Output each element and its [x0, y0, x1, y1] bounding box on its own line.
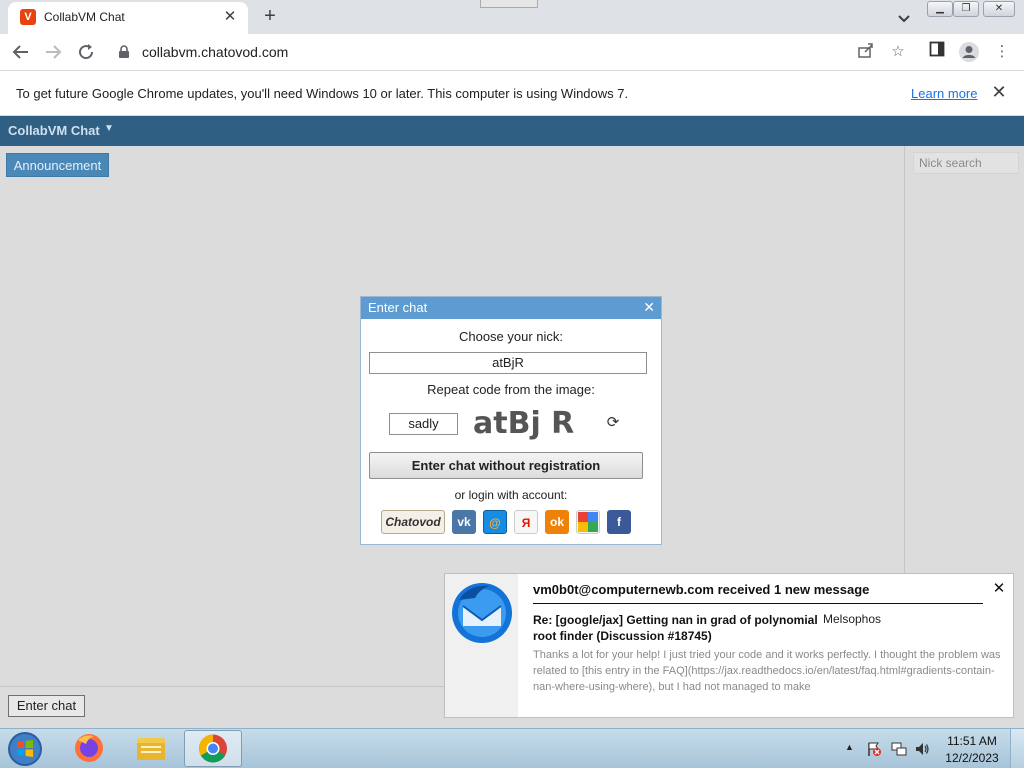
yandex-login-icon[interactable]: Я	[514, 510, 538, 534]
new-tab-button[interactable]: +	[258, 5, 282, 29]
new-mail-notification[interactable]: vm0b0t@computernewb.com received 1 new m…	[444, 573, 1014, 718]
browser-tab[interactable]: V CollabVM Chat ✕	[8, 2, 248, 34]
captcha-image: atBj R	[473, 406, 574, 441]
notification-body: vm0b0t@computernewb.com received 1 new m…	[518, 574, 1013, 717]
bookmark-star-icon[interactable]: ☆	[887, 41, 909, 63]
show-desktop-button[interactable]	[1010, 729, 1024, 768]
dialog-title: Enter chat	[368, 300, 428, 315]
enter-chat-button[interactable]: Enter chat	[8, 695, 85, 717]
firefox-taskbar-icon[interactable]	[60, 730, 118, 767]
captcha-input[interactable]: sadly	[389, 413, 458, 435]
captcha-text: atBj R	[473, 406, 574, 441]
volume-icon[interactable]	[914, 741, 930, 757]
notification-sender: Melsophos	[823, 612, 882, 626]
thunderbird-logo-icon	[452, 583, 512, 643]
notification-close-icon[interactable]: ✕	[990, 580, 1008, 598]
dialog-header: Enter chat ✕	[361, 297, 661, 319]
clock-time[interactable]: 11:51 AM	[942, 734, 1002, 748]
reload-icon[interactable]	[74, 40, 98, 64]
app-header: CollabVM Chat ▼	[0, 116, 1024, 146]
profile-avatar-icon[interactable]	[958, 41, 980, 63]
choose-nick-label: Choose your nick:	[458, 329, 564, 344]
tab-close-icon[interactable]: ✕	[220, 7, 240, 27]
chevron-down-icon[interactable]: ▼	[104, 123, 114, 134]
show-hidden-icons-icon[interactable]: ▲	[845, 742, 854, 752]
windows-taskbar: ▲ 11:51 AM 12/2/2023	[0, 728, 1024, 768]
window-close-button[interactable]: ✕	[983, 1, 1015, 17]
refresh-captcha-icon[interactable]: ⟳	[605, 415, 621, 431]
notification-preview: Thanks a lot for your help! I just tried…	[533, 649, 1001, 693]
back-arrow-icon[interactable]	[9, 40, 33, 64]
nick-search-input[interactable]: Nick search	[913, 152, 1019, 174]
vk-login-icon[interactable]: vk	[452, 510, 476, 534]
share-icon[interactable]	[855, 41, 877, 63]
collabvm-favicon-icon: V	[20, 9, 36, 25]
chrome-taskbar-icon[interactable]	[184, 730, 242, 767]
or-login-label: or login with account:	[454, 488, 568, 502]
tab-title: CollabVM Chat	[44, 10, 125, 24]
browser-toolbar: collabvm.chatovod.com ☆ ⋮	[0, 34, 1024, 71]
app-title[interactable]: CollabVM Chat	[8, 123, 100, 138]
infobar-message: To get future Google Chrome updates, you…	[16, 86, 629, 101]
network-icon[interactable]	[891, 741, 907, 757]
social-login-row: Chatovod vk @ Я ok f	[381, 510, 641, 536]
announcement-button[interactable]: Announcement	[6, 153, 109, 177]
enter-without-registration-button[interactable]: Enter chat without registration	[369, 452, 643, 479]
chatovod-login-icon[interactable]: Chatovod	[381, 510, 445, 534]
nick-input[interactable]: atBjR	[369, 352, 647, 374]
notification-title: vm0b0t@computernewb.com received 1 new m…	[533, 582, 870, 597]
learn-more-link[interactable]: Learn more	[911, 86, 977, 101]
windows-start-icon[interactable]	[6, 730, 44, 768]
google-login-icon[interactable]	[576, 510, 600, 534]
browser-tab-strip: V CollabVM Chat ✕ + ▁ ❐ ✕	[0, 0, 1024, 34]
tab-search-icon[interactable]	[894, 8, 914, 28]
enter-chat-dialog: Enter chat ✕ Choose your nick: atBjR Rep…	[360, 296, 662, 545]
notification-icon-area	[445, 574, 518, 717]
facebook-login-icon[interactable]: f	[607, 510, 631, 534]
notification-subject: Re: [google/jax] Getting nan in grad of …	[533, 613, 818, 643]
window-restore-button[interactable]: ❐	[953, 1, 979, 17]
infobar-close-icon[interactable]: ✕	[989, 82, 1009, 102]
window-drag-handle[interactable]	[480, 0, 538, 8]
update-infobar: To get future Google Chrome updates, you…	[0, 71, 1024, 116]
more-menu-icon[interactable]: ⋮	[991, 41, 1013, 63]
dialog-close-icon[interactable]: ✕	[643, 299, 655, 316]
clock-date[interactable]: 12/2/2023	[942, 751, 1002, 765]
action-center-flag-icon[interactable]	[866, 741, 882, 757]
odnoklassniki-login-icon[interactable]: ok	[545, 510, 569, 534]
window-minimize-button[interactable]: ▁	[927, 1, 953, 17]
side-panel-icon[interactable]	[926, 41, 948, 63]
file-explorer-taskbar-icon[interactable]	[122, 730, 180, 767]
mail-ru-login-icon[interactable]: @	[483, 510, 507, 534]
lock-icon[interactable]	[117, 45, 131, 59]
forward-arrow-icon[interactable]	[41, 40, 65, 64]
repeat-code-label: Repeat code from the image:	[427, 382, 595, 397]
address-bar-url[interactable]: collabvm.chatovod.com	[142, 44, 288, 60]
notification-divider	[533, 603, 983, 604]
